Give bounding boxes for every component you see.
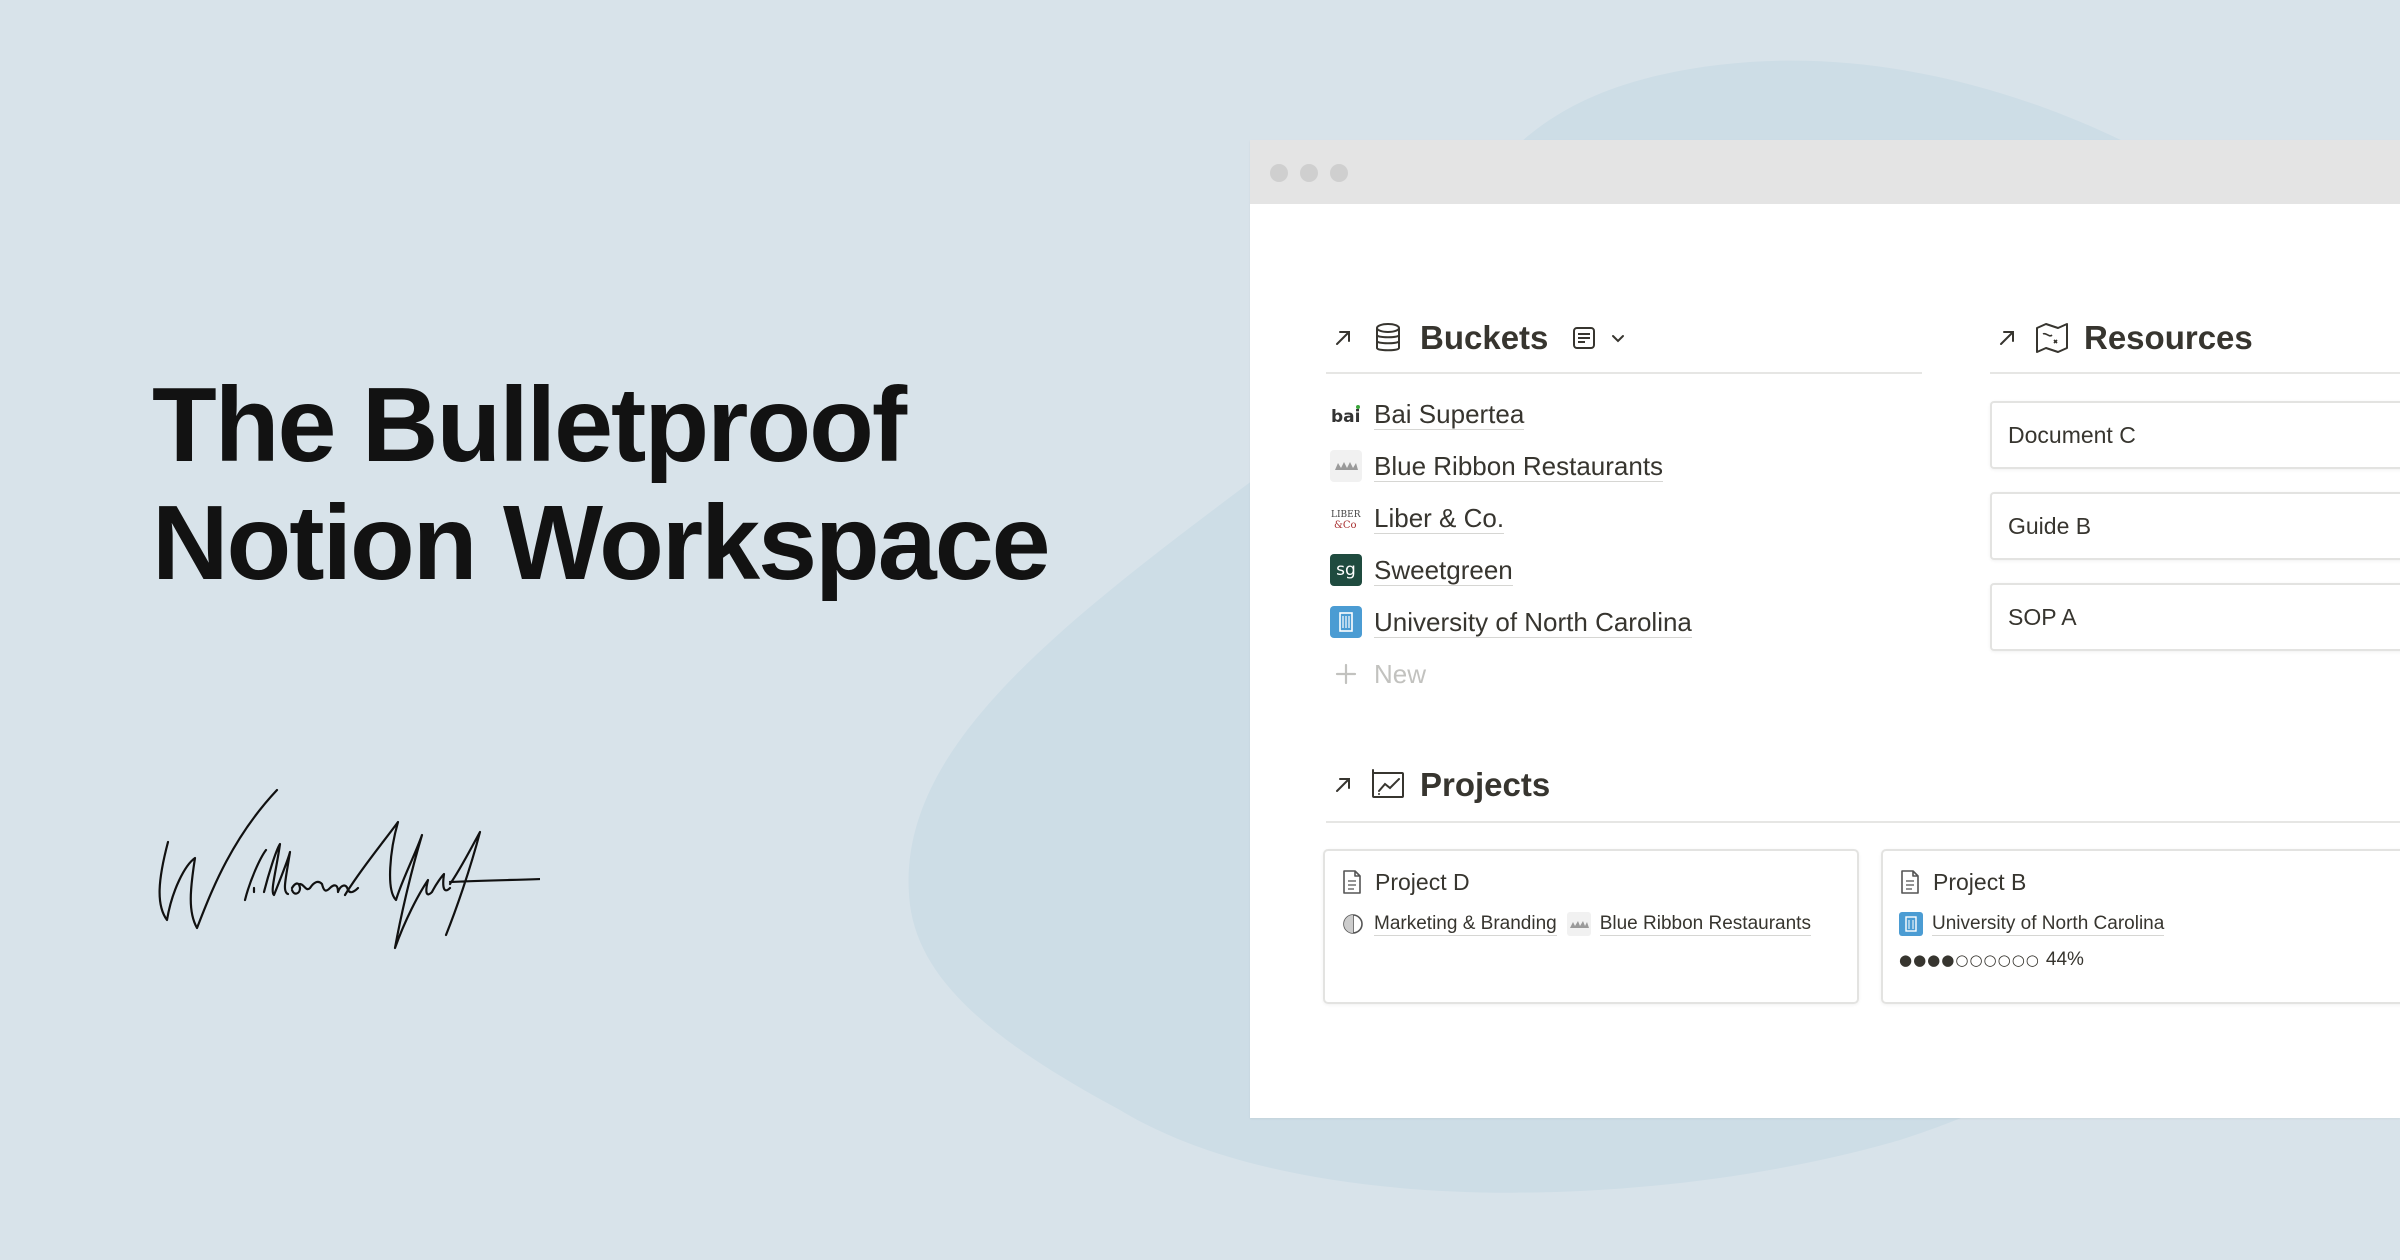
- project-card[interactable]: Project D Marketing & Branding Blue Ribb…: [1323, 849, 1859, 1004]
- progress-label: 44%: [2045, 949, 2084, 970]
- window-titlebar: [1250, 140, 2400, 204]
- database-cylinder-icon: [1376, 323, 1400, 352]
- new-item-label: New: [1374, 658, 1427, 689]
- window-minimize-dot[interactable]: [1300, 164, 1318, 182]
- sweetgreen-logo-text: sg: [1336, 560, 1356, 580]
- resources-title[interactable]: Resources: [2084, 319, 2253, 357]
- bai-logo-icon: bai: [1330, 398, 1362, 430]
- progress-indicator: ●●●●○○○○○○ 44%: [1899, 949, 2400, 971]
- unc-building-icon: [1330, 606, 1362, 638]
- list-item[interactable]: bai Bai Supertea: [1330, 388, 1930, 440]
- resource-card-title: SOP A: [2008, 603, 2077, 630]
- unc-building-icon: [1899, 912, 1923, 936]
- resources-divider: [1990, 372, 2400, 374]
- svg-text:&Co: &Co: [1334, 520, 1357, 531]
- resource-card[interactable]: Document C: [1990, 401, 2400, 469]
- hero-title-line2: Notion Workspace: [152, 484, 1051, 602]
- buckets-header: Buckets: [1330, 313, 1628, 363]
- bucket-label[interactable]: Sweetgreen: [1374, 555, 1513, 586]
- window-close-dot[interactable]: [1270, 164, 1288, 182]
- document-icon: [1901, 870, 1919, 894]
- project-card[interactable]: Project B University of North Carolina ●…: [1881, 849, 2400, 1004]
- resource-card[interactable]: Guide B: [1990, 492, 2400, 560]
- blue-ribbon-logo-icon: [1566, 912, 1591, 936]
- project-title: Project B: [1933, 868, 2027, 895]
- project-tag-label[interactable]: Marketing & Branding: [1374, 913, 1557, 936]
- resource-card[interactable]: SOP A: [1990, 583, 2400, 651]
- project-tag-label[interactable]: Blue Ribbon Restaurants: [1599, 913, 1811, 936]
- document-icon: [1343, 870, 1361, 894]
- buckets-list: bai Bai Supertea Blue Ribbon Restaurants…: [1330, 388, 1930, 700]
- bucket-label[interactable]: Liber & Co.: [1374, 503, 1505, 534]
- projects-title[interactable]: Projects: [1420, 766, 1550, 804]
- open-link-arrow-icon[interactable]: [1994, 325, 2020, 351]
- new-item-button[interactable]: New: [1330, 648, 1930, 700]
- resource-card-title: Guide B: [2008, 512, 2092, 539]
- resources-header: Resources: [1994, 313, 2253, 363]
- window-maximize-dot[interactable]: [1330, 164, 1348, 182]
- hero-title: The Bulletproof Notion Workspace: [152, 366, 1152, 602]
- buckets-divider: [1326, 372, 1922, 374]
- list-view-icon[interactable]: [1570, 324, 1598, 352]
- project-tag-label[interactable]: University of North Carolina: [1932, 913, 2165, 936]
- projects-divider: [1326, 821, 2400, 823]
- chart-board-icon: [1372, 769, 1404, 798]
- resource-card-title: Document C: [2008, 421, 2136, 448]
- buckets-title[interactable]: Buckets: [1420, 319, 1548, 357]
- bucket-label[interactable]: Blue Ribbon Restaurants: [1374, 451, 1664, 482]
- half-circle-icon: [1341, 912, 1365, 936]
- map-icon: [2036, 323, 2068, 353]
- progress-dots: ●●●●○○○○○○: [1899, 951, 2040, 969]
- chevron-down-icon[interactable]: [1608, 328, 1628, 348]
- app-window: Buckets bai Bai Supertea Blue Ribbon Res…: [1250, 140, 2400, 1118]
- open-link-arrow-icon[interactable]: [1330, 325, 1356, 351]
- svg-text:bai: bai: [1331, 407, 1360, 427]
- blue-ribbon-logo-icon: [1330, 450, 1362, 482]
- plus-icon: [1330, 658, 1362, 690]
- hero-title-line1: The Bulletproof: [152, 366, 907, 484]
- bucket-label[interactable]: University of North Carolina: [1374, 607, 1692, 638]
- project-title: Project D: [1375, 868, 1470, 895]
- signature: [158, 788, 540, 950]
- svg-text:LIBER: LIBER: [1331, 510, 1361, 520]
- open-link-arrow-icon[interactable]: [1330, 772, 1356, 798]
- list-item[interactable]: sg Sweetgreen: [1330, 544, 1930, 596]
- liber-co-logo-icon: LIBER &Co: [1330, 502, 1362, 534]
- bucket-label[interactable]: Bai Supertea: [1374, 399, 1525, 430]
- sweetgreen-logo-icon: sg: [1330, 554, 1362, 586]
- list-item[interactable]: LIBER &Co Liber & Co.: [1330, 492, 1930, 544]
- list-item[interactable]: University of North Carolina: [1330, 596, 1930, 648]
- projects-header: Projects: [1330, 760, 1550, 810]
- list-item[interactable]: Blue Ribbon Restaurants: [1330, 440, 1930, 492]
